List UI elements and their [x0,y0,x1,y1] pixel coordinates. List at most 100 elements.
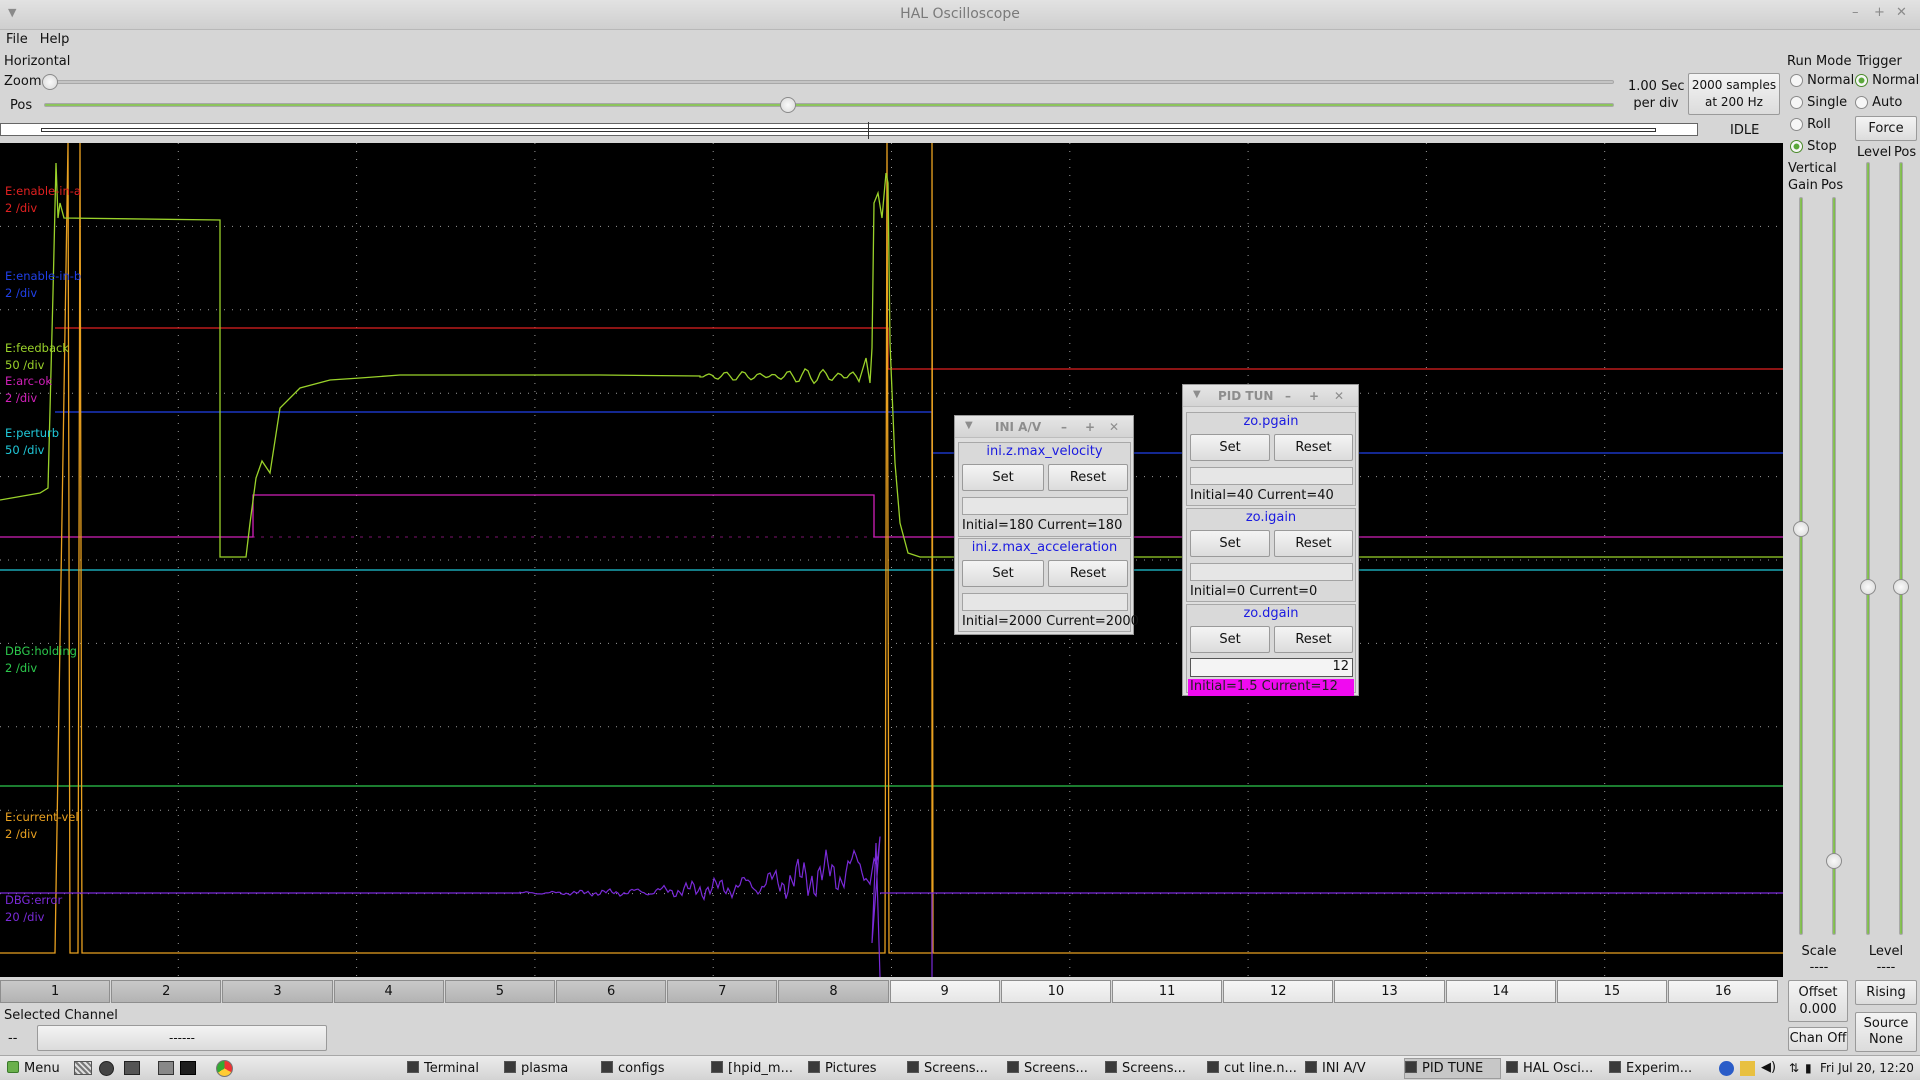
ini-close-icon[interactable]: ✕ [1109,420,1119,434]
samples-button[interactable]: 2000 samples at 200 Hz [1688,73,1780,115]
source-button[interactable]: Source None [1855,1012,1917,1052]
dgain-set-button[interactable]: Set [1190,626,1270,653]
igain-set-button[interactable]: Set [1190,530,1270,557]
launcher-tools-icon[interactable] [74,1061,92,1075]
trigger-pos-track[interactable] [1899,162,1903,935]
radio-run-roll[interactable] [1790,118,1803,131]
pid-tune-window[interactable]: ▼ PID TUN – + ✕ zo.pgain Set Reset Initi… [1182,384,1359,696]
channel-tab-14[interactable]: 14 [1445,980,1556,1003]
network-tray-icon[interactable]: ⇅ [1789,1061,1799,1075]
launcher-terminal-icon[interactable] [180,1061,196,1075]
vertical-pos-track[interactable] [1832,197,1836,935]
pid-minimize-icon[interactable]: – [1285,389,1291,403]
pgain-entry[interactable] [1190,467,1353,485]
taskbar-task-4[interactable]: [hpid_m... [710,1058,805,1079]
run-mode-normal[interactable]: Normal [1790,73,1854,88]
taskbar-menu-button[interactable]: Menu [6,1058,70,1079]
pgain-set-button[interactable]: Set [1190,434,1270,461]
taskbar-task-7[interactable]: Screens... [1006,1058,1102,1079]
zoom-slider-handle[interactable] [42,74,58,90]
record-strip[interactable] [0,122,1698,139]
pid-tune-titlebar[interactable]: ▼ PID TUN – + ✕ [1183,385,1358,407]
taskbar-clock[interactable]: Fri Jul 20, 12:20 [1820,1061,1914,1075]
taskbar-task-2[interactable]: plasma [503,1058,598,1079]
radio-run-single[interactable] [1790,96,1803,109]
rising-button[interactable]: Rising [1855,980,1917,1005]
trigger-level-track[interactable] [1866,162,1870,935]
ini-maximize-icon[interactable]: + [1085,420,1095,434]
pos-slider-track[interactable] [44,103,1614,107]
volume-tray-icon[interactable]: ◀) [1761,1060,1776,1075]
igain-reset-button[interactable]: Reset [1274,530,1353,557]
taskbar-task-6[interactable]: Screens... [906,1058,1002,1079]
radio-trigger-auto[interactable] [1855,96,1868,109]
channel-tab-12[interactable]: 12 [1223,980,1334,1003]
scope-display[interactable]: E:enable-in-a 2 /div E:enable-in-b 2 /div … [0,143,1783,977]
igain-entry[interactable] [1190,563,1353,581]
channel-tab-15[interactable]: 15 [1556,980,1667,1003]
dgain-reset-button[interactable]: Reset [1274,626,1353,653]
taskbar-task-12[interactable]: HAL Osci... [1505,1058,1604,1079]
ini-minimize-icon[interactable]: – [1061,420,1067,434]
taskbar-task-11[interactable]: PID TUNE [1404,1058,1501,1079]
menu-help[interactable]: Help [34,30,76,47]
pos-slider-handle[interactable] [779,97,796,113]
channel-tab-16[interactable]: 16 [1668,980,1779,1003]
launcher-chrome-icon[interactable] [216,1060,233,1077]
run-mode-stop[interactable]: Stop [1790,139,1837,154]
taskbar-task-13[interactable]: Experim... [1608,1058,1711,1079]
zoom-slider-track[interactable] [44,80,1614,84]
selected-channel-button[interactable]: ------ [37,1025,327,1051]
channel-tab-13[interactable]: 13 [1334,980,1445,1003]
vertical-gain-handle[interactable] [1793,521,1809,538]
update-tray-icon[interactable] [1740,1061,1755,1076]
taskbar-task-8[interactable]: Screens... [1104,1058,1200,1079]
trigger-normal[interactable]: Normal [1855,73,1919,88]
ini-accel-reset-button[interactable]: Reset [1048,560,1128,587]
ini-av-titlebar[interactable]: ▼ INI A/V – + ✕ [955,416,1133,438]
channel-tab-2[interactable]: 2 [111,980,222,1003]
channel-tab-6[interactable]: 6 [556,980,667,1003]
channel-tab-5[interactable]: 5 [444,980,555,1003]
radio-trigger-normal[interactable] [1855,74,1868,87]
power-tray-icon[interactable]: ▮ [1805,1061,1812,1075]
radio-run-stop[interactable] [1790,140,1803,153]
ini-av-window[interactable]: ▼ INI A/V – + ✕ ini.z.max_velocity Set R… [954,415,1139,635]
pid-close-icon[interactable]: ✕ [1334,389,1344,403]
pid-window-menu-icon[interactable]: ▼ [1193,389,1201,400]
ini-accel-set-button[interactable]: Set [962,560,1044,587]
trigger-level-handle[interactable] [1860,579,1876,596]
taskbar-task-5[interactable]: Pictures [807,1058,902,1079]
vertical-gain-track[interactable] [1799,197,1803,935]
launcher-desktop-icon[interactable] [158,1061,174,1075]
launcher-disk-icon[interactable] [99,1061,114,1076]
maximize-icon[interactable]: + [1874,5,1885,20]
ini-window-menu-icon[interactable]: ▼ [965,420,973,431]
ini-velocity-entry[interactable] [962,497,1128,515]
channel-tab-4[interactable]: 4 [333,980,444,1003]
radio-run-normal[interactable] [1790,74,1803,87]
launcher-files-icon[interactable] [124,1061,140,1075]
pid-maximize-icon[interactable]: + [1309,389,1319,403]
taskbar-task-9[interactable]: cut line.n... [1206,1058,1302,1079]
trigger-pos-handle[interactable] [1893,579,1909,596]
taskbar-task-10[interactable]: INI A/V [1304,1058,1400,1079]
vertical-pos-handle[interactable] [1826,853,1842,870]
channel-tab-9[interactable]: 9 [889,980,1000,1003]
channel-tab-8[interactable]: 8 [778,980,889,1003]
minimize-icon[interactable]: – [1852,5,1859,20]
dgain-entry[interactable]: 12 [1190,658,1353,677]
channel-tab-10[interactable]: 10 [1000,980,1111,1003]
menu-file[interactable]: File [0,30,34,47]
chan-off-button[interactable]: Chan Off [1788,1027,1848,1051]
pgain-reset-button[interactable]: Reset [1274,434,1353,461]
ini-accel-entry[interactable] [962,593,1128,611]
force-button[interactable]: Force [1855,116,1917,141]
ini-velocity-reset-button[interactable]: Reset [1048,464,1128,491]
offset-button[interactable]: Offset 0.000 [1788,980,1848,1022]
info-tray-icon[interactable] [1719,1061,1734,1076]
run-mode-roll[interactable]: Roll [1790,117,1831,132]
run-mode-single[interactable]: Single [1790,95,1847,110]
channel-tab-1[interactable]: 1 [0,980,111,1003]
channel-tab-7[interactable]: 7 [667,980,778,1003]
